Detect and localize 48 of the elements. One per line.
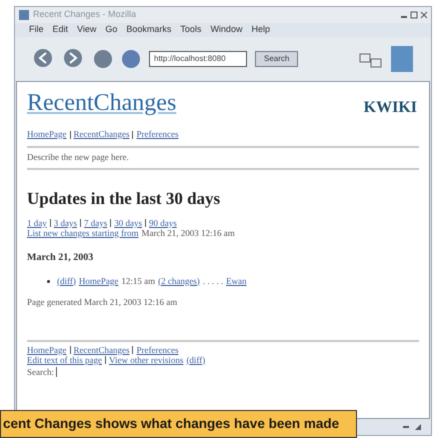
nav-link[interactable]: 7 days — [84, 218, 108, 228]
nav-link[interactable]: 30 days — [114, 218, 142, 228]
nav-link[interactable]: Preferences — [136, 344, 178, 354]
nav-link[interactable]: RecentChanges — [74, 344, 130, 354]
diff-link[interactable]: (diff) — [57, 274, 76, 288]
menu-item[interactable]: Window — [210, 23, 242, 37]
menu-item[interactable]: Tools — [180, 23, 202, 37]
nav-link[interactable]: 1 day — [27, 218, 47, 228]
changes-link[interactable]: (2 changes) — [158, 274, 200, 288]
page-title-link[interactable]: RecentChanges — [27, 88, 176, 118]
nav-link[interactable]: HomePage — [27, 344, 66, 354]
list-changes-link[interactable]: List new changes starting from — [27, 228, 138, 238]
nav-link[interactable]: 90 days — [149, 218, 177, 228]
menu-item[interactable]: Edit — [52, 23, 68, 37]
revisions-link[interactable]: View other revisions — [108, 354, 184, 364]
nav-link[interactable]: RecentChanges — [74, 128, 130, 142]
nav-link[interactable]: Preferences — [136, 128, 178, 142]
menu-item[interactable]: Bookmarks — [126, 23, 172, 37]
bullet-icon — [47, 280, 50, 283]
window-title: Recent Changes - Mozilla — [33, 8, 138, 22]
dots-text: . . . . . — [202, 274, 224, 288]
nav-link[interactable]: 3 days — [54, 218, 77, 228]
search-button[interactable]: Search — [255, 51, 298, 67]
menu-item[interactable]: Help — [251, 23, 270, 37]
author-link[interactable]: Ewan — [226, 274, 247, 288]
menu-item[interactable]: Go — [105, 23, 118, 37]
logo: KWIKI — [364, 98, 417, 118]
page-link[interactable]: HomePage — [78, 274, 118, 288]
search-label: Search: — [27, 366, 54, 378]
window-controls-icon — [401, 11, 427, 19]
date-text: March 21, 2003 12:16 am — [141, 228, 235, 238]
menu-item[interactable]: View — [77, 23, 96, 37]
generated-text: Page generated March 21, 2003 12:16 am — [27, 296, 178, 309]
nav-link[interactable]: HomePage — [27, 128, 66, 142]
time-text: 12:15 am — [121, 274, 156, 288]
app-icon — [19, 10, 29, 20]
back-icon[interactable] — [33, 48, 55, 70]
forward-icon[interactable] — [63, 48, 85, 70]
address-field[interactable]: http://localhost:8080 — [149, 51, 247, 67]
section-heading: Updates in the last 30 days — [27, 188, 222, 210]
status-icon — [401, 423, 423, 431]
date-heading: March 21, 2003 — [27, 250, 94, 264]
edit-page-link[interactable]: Edit text of this page — [27, 354, 102, 364]
menu-item[interactable]: File — [29, 23, 44, 37]
description-text: Describe the new page here. — [27, 150, 130, 164]
caption: cent Changes shows what changes have been made — [0, 410, 357, 438]
search-field[interactable] — [56, 367, 60, 378]
diff-link[interactable]: (diff) — [186, 354, 206, 364]
